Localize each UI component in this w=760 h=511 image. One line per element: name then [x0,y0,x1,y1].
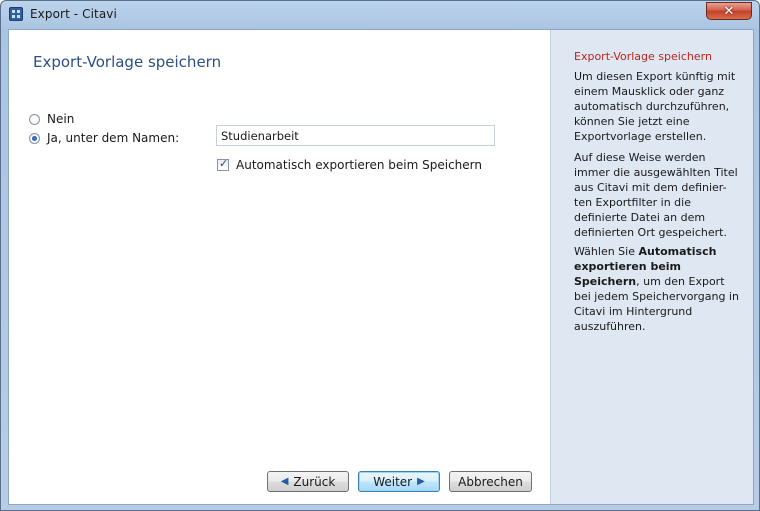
radio-option-ja[interactable]: Ja, unter dem Namen: [29,130,179,146]
back-button[interactable]: ◀ Zurück [267,471,349,492]
template-name-input[interactable] [216,125,495,146]
help-heading: Export-Vorlage speichern [574,50,712,63]
next-button[interactable]: Weiter ▶ [358,471,440,492]
help-panel: Export-Vorlage speichern Um diesen Expor… [550,30,753,504]
window-title: Export - Citavi [30,7,117,21]
next-button-label: Weiter [373,474,413,489]
help-paragraph-3: Wählen Sie Automatisch exportieren beim … [574,244,744,334]
cancel-button-label: Abbrechen [458,474,523,489]
radio-nein-label: Nein [47,112,75,126]
checkmark-icon: ✓ [219,157,229,170]
auto-export-option[interactable]: ✓ Automatisch exportieren beim Speichern [217,157,482,172]
auto-export-checkbox[interactable]: ✓ [217,157,229,171]
radio-ja[interactable] [29,132,40,144]
radio-option-nein[interactable]: Nein [29,111,74,127]
dialog-content: Export-Vorlage speichern Nein Ja, unter … [8,29,754,505]
help-paragraph-2: Auf diese Weise werden immer die ausgewä… [574,151,738,239]
arrow-left-icon: ◀ [280,476,289,487]
citavi-app-icon [9,7,23,21]
close-button[interactable]: ✕ [706,2,752,20]
title-bar[interactable]: Export - Citavi ✕ [1,1,759,28]
close-icon: ✕ [723,3,735,19]
back-button-label: Zurück [293,474,336,489]
help-p3-prefix: Wählen Sie [574,245,639,258]
radio-nein[interactable] [29,113,40,125]
cancel-button[interactable]: Abbrechen [449,471,532,492]
help-paragraph-1: Um diesen Export künftig mit einem Mausk… [574,70,736,143]
page-title: Export-Vorlage speichern [33,53,222,71]
main-panel: Export-Vorlage speichern Nein Ja, unter … [9,30,550,504]
export-dialog-window: Export - Citavi ✕ Export-Vorlage speiche… [0,0,760,511]
radio-ja-label: Ja, unter dem Namen: [47,131,180,145]
auto-export-label: Automatisch exportieren beim Speichern [236,158,482,172]
arrow-right-icon: ▶ [417,476,425,487]
